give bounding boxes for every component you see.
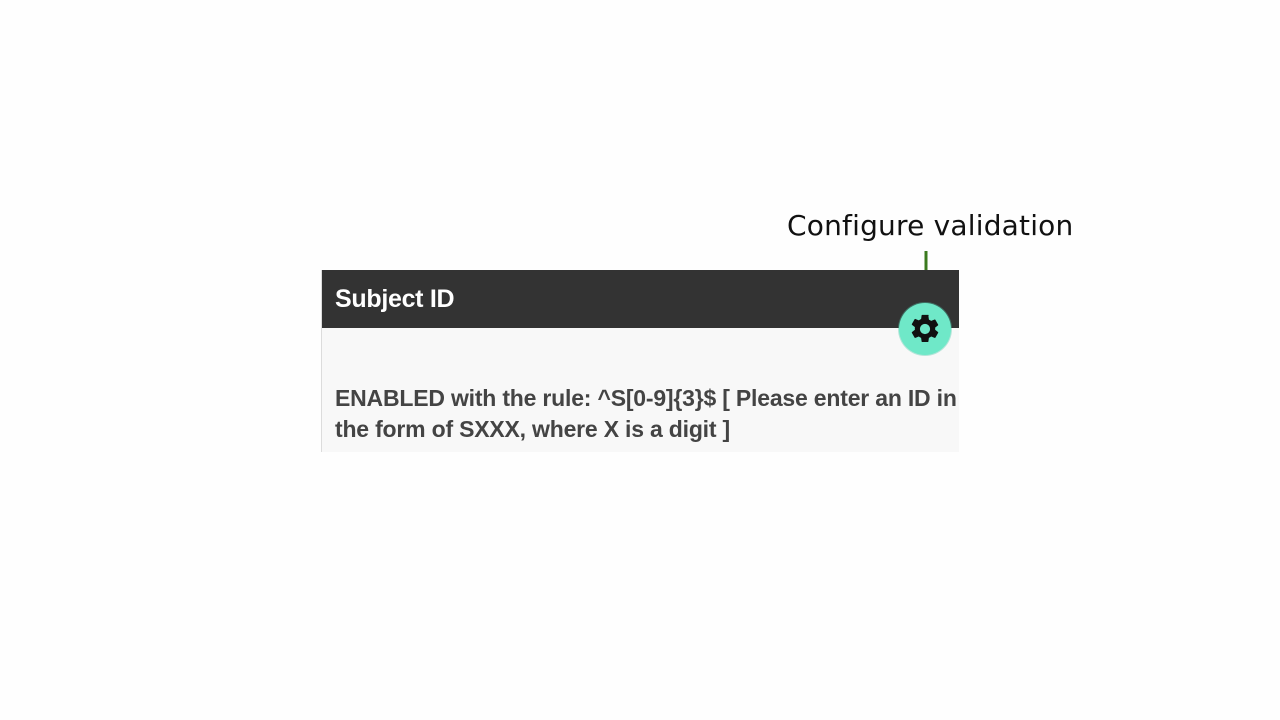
annotation-label: Configure validation — [787, 209, 1074, 242]
panel-header: Subject ID — [322, 270, 959, 328]
slide-canvas: Configure validation Subject ID ENABLED … — [0, 0, 1280, 720]
configure-validation-button[interactable] — [899, 303, 951, 355]
gear-icon — [911, 314, 939, 343]
panel-title: Subject ID — [335, 284, 455, 313]
field-panel: Subject ID ENABLED with the rule: ^S[0-9… — [321, 270, 959, 452]
validation-rule-text: ENABLED with the rule: ^S[0-9]{3}$ [ Ple… — [335, 385, 957, 442]
